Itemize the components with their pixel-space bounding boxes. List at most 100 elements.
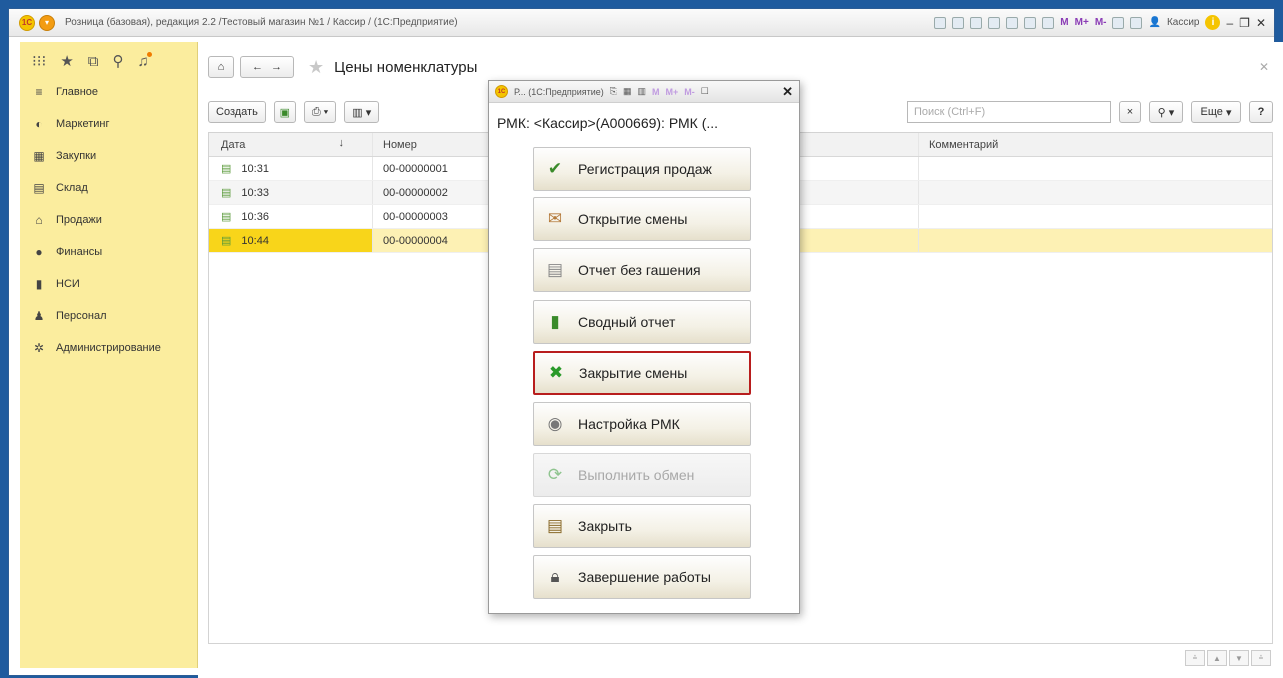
page-title: Цены номенклатуры [334, 58, 478, 76]
popup-calendar-icon[interactable]: ▥ [638, 86, 647, 97]
sidebar-item-finance[interactable]: ● Финансы [20, 236, 197, 268]
user-icon: 👤 [1148, 17, 1161, 28]
popup-close-icon[interactable]: ✕ [782, 84, 793, 100]
document-icon: ▤ [221, 163, 232, 175]
report-icon: ▥ ▾ [352, 106, 372, 119]
marketing-icon: ◐ [35, 117, 43, 131]
popup-window-title: Р... (1С:Предприятие) [514, 86, 604, 97]
person-icon: ♟ [33, 309, 45, 323]
app-logo-icon[interactable]: 1С [19, 14, 35, 31]
save-icon[interactable] [934, 16, 947, 29]
row-time: 10:33 [241, 186, 269, 199]
history-icon[interactable]: ⧉ [88, 53, 99, 70]
popup-maximize-icon[interactable]: ☐ [701, 86, 709, 97]
popup-header: РМК: <Кассир>(А000669): РМК (... [497, 115, 719, 131]
row-time: 10:31 [241, 162, 269, 175]
back-forward-buttons[interactable]: ← → [240, 56, 294, 78]
memory-m-button[interactable]: M [1060, 17, 1068, 28]
scroll-down-icon[interactable]: ▼ [1229, 650, 1249, 666]
row-number: 00-00000001 [373, 157, 493, 180]
scroll-first-icon[interactable]: ⩮ [1185, 650, 1205, 666]
basket-icon: ⌂ [35, 213, 43, 227]
memory-mplus-button[interactable]: M+ [1075, 17, 1089, 28]
minimize-icon[interactable]: – [1226, 16, 1233, 30]
copy-doc-icon: ▣ [279, 106, 291, 119]
favorites-star-icon[interactable]: ★ [60, 52, 73, 70]
sort-down-icon: ↓ [338, 137, 345, 149]
copy-doc-button[interactable]: ▣ [273, 101, 296, 123]
sections-panel: ⁝⁝⁝ ★ ⧉ ⚲ ♫ ≡ Главное ◐ Маркетинг ▦ Закупки… [20, 42, 198, 668]
memory-mminus-button[interactable]: M- [1095, 17, 1107, 28]
main-menu-button[interactable]: ▾ [39, 14, 55, 31]
sidebar-item-label: Администрирование [56, 342, 161, 354]
sidebar-item-warehouse[interactable]: ▤ Склад [20, 172, 197, 204]
user-name[interactable]: Кассир [1167, 17, 1200, 28]
search-clear-button[interactable]: × [1119, 101, 1141, 123]
search-input[interactable]: Поиск (Ctrl+F) [907, 101, 1111, 123]
button-label: Регистрация продаж [578, 161, 712, 177]
favorite-star-icon[interactable]: ★ [308, 57, 324, 78]
sales-register-button[interactable]: ✔ Регистрация продаж [533, 147, 751, 191]
all-functions-icon[interactable]: ⁝⁝⁝ [32, 52, 46, 70]
sidebar-item-admin[interactable]: ✲ Администрирование [20, 332, 197, 364]
button-label: Отчет без гашения [578, 262, 701, 278]
sidebar-item-personnel[interactable]: ♟ Персонал [20, 300, 197, 332]
notifications-bell-icon[interactable]: ♫ [137, 51, 153, 70]
search-button[interactable]: ⚲ ▾ [1149, 101, 1183, 123]
copy-link-icon[interactable] [1006, 16, 1019, 29]
column-number[interactable]: Номер [373, 133, 493, 156]
panels-icon[interactable] [1130, 16, 1143, 29]
report-button[interactable]: ▥ ▾ [344, 101, 380, 123]
row-time: 10:44 [241, 234, 269, 247]
sidebar-item-sales[interactable]: ⌂ Продажи [20, 204, 197, 236]
scroll-up-icon[interactable]: ▲ [1207, 650, 1227, 666]
close-window-icon[interactable]: ✕ [1256, 16, 1266, 30]
purchases-icon: ▦ [33, 149, 45, 163]
calculator-icon[interactable] [1024, 16, 1037, 29]
popup-logo-icon: 1С [495, 85, 508, 98]
help-button[interactable]: ? [1249, 101, 1273, 123]
sidebar-item-nsi[interactable]: ▮ НСИ [20, 268, 197, 300]
scroll-last-icon[interactable]: ⩮ [1251, 650, 1271, 666]
create-button[interactable]: Создать [208, 101, 266, 123]
close-rmk-button[interactable]: ▤ Закрыть [533, 504, 751, 548]
zoom-icon[interactable] [1112, 16, 1125, 29]
settings-disc-icon: ◉ [547, 414, 563, 433]
column-date[interactable]: Дата ↓ [209, 133, 373, 156]
back-arrow-icon[interactable]: ← [252, 61, 263, 73]
link-icon[interactable] [988, 16, 1001, 29]
popup-calculator-icon[interactable]: ▦ [623, 86, 632, 97]
print-icon[interactable] [952, 16, 965, 29]
search-icon[interactable]: ⚲ [112, 52, 123, 70]
button-label: Открытие смены [578, 211, 688, 227]
shift-open-button[interactable]: ✉ Открытие смены [533, 197, 751, 241]
close-form-icon[interactable]: ✕ [1259, 60, 1269, 74]
forward-arrow-icon[interactable]: → [271, 61, 282, 73]
row-number: 00-00000004 [373, 229, 493, 252]
preview-icon[interactable] [970, 16, 983, 29]
sidebar-item-label: НСИ [56, 278, 80, 290]
info-icon[interactable]: i [1205, 15, 1221, 30]
home-button[interactable]: ⌂ [208, 56, 234, 78]
popup-link-icon[interactable]: ⎘ [610, 86, 617, 97]
print-icon: ⎙ ▾ [311, 105, 329, 118]
sidebar-item-label: Закупки [56, 150, 97, 162]
restore-icon[interactable]: ❐ [1239, 16, 1250, 30]
column-comment[interactable]: Комментарий [919, 133, 1272, 156]
report-no-reset-button[interactable]: ▤ Отчет без гашения [533, 248, 751, 292]
shift-close-button[interactable]: ✖ Закрытие смены [533, 351, 751, 395]
more-button[interactable]: Еще ▾ [1191, 101, 1241, 123]
sidebar-item-marketing[interactable]: ◐ Маркетинг [20, 108, 197, 140]
summary-report-button[interactable]: ▮ Сводный отчет [533, 300, 751, 344]
exchange-button: ⟳ Выполнить обмен [533, 453, 751, 497]
sidebar-item-main[interactable]: ≡ Главное [20, 76, 197, 108]
sidebar-item-purchases[interactable]: ▦ Закупки [20, 140, 197, 172]
finance-icon: ● [35, 245, 43, 259]
exchange-icon: ⟳ [547, 465, 563, 484]
row-comment [919, 181, 1272, 204]
calendar-icon[interactable] [1042, 16, 1055, 29]
print-button[interactable]: ⎙ ▾ [303, 101, 337, 123]
finish-work-button[interactable]: 🔒︎ Завершение работы [533, 555, 751, 599]
rmk-settings-button[interactable]: ◉ Настройка РМК [533, 402, 751, 446]
sidebar-item-label: Маркетинг [56, 118, 110, 130]
